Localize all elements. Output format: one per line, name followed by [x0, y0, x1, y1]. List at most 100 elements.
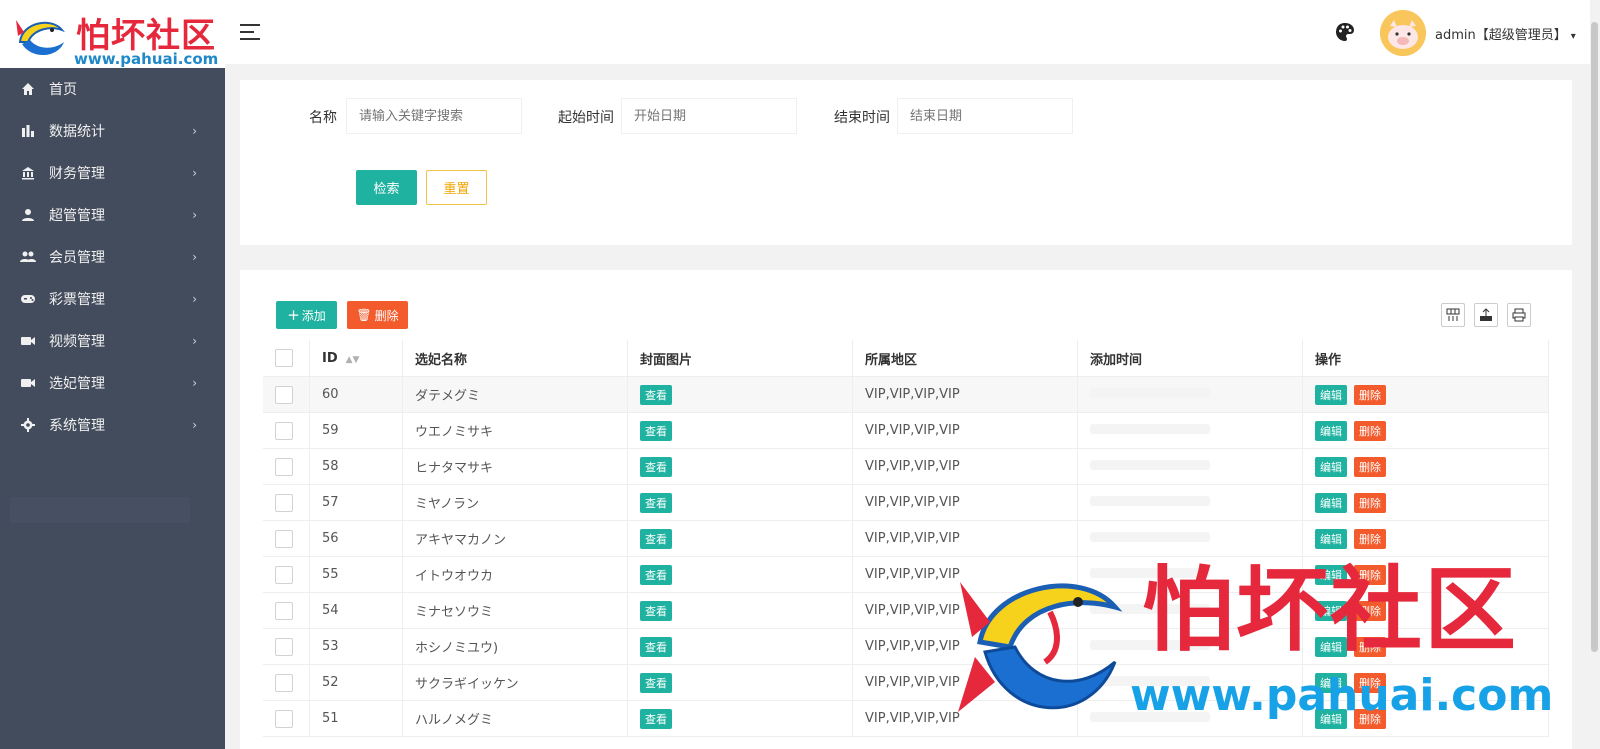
row-checkbox[interactable] [275, 709, 293, 728]
bulk-delete-button[interactable]: 🗑 删除 [347, 301, 408, 329]
row-cover-cell: 查看 [627, 448, 853, 485]
delete-button[interactable]: 删除 [1354, 636, 1386, 657]
table-row[interactable]: 56 アキヤマカノン 查看 VIP,VIP,VIP,VIP 编辑 删除 [263, 520, 1549, 557]
row-select-cell [263, 664, 310, 701]
delete-button[interactable]: 删除 [1354, 528, 1386, 549]
sidebar-item-label: 系统管理 [49, 418, 105, 434]
row-select-cell [263, 700, 310, 737]
row-actions: 编辑 删除 [1302, 700, 1549, 737]
delete-button[interactable]: 删除 [1354, 492, 1386, 513]
edit-button[interactable]: 编辑 [1315, 456, 1347, 477]
row-actions: 编辑 删除 [1302, 592, 1549, 629]
col-name: 选妃名称 [402, 340, 628, 377]
row-added-time [1077, 700, 1303, 737]
table-row[interactable]: 57 ミヤノラン 查看 VIP,VIP,VIP,VIP 编辑 删除 [263, 484, 1549, 521]
view-cover-button[interactable]: 查看 [640, 708, 672, 729]
table-row[interactable]: 53 ホシノミユウ) 查看 VIP,VIP,VIP,VIP 编辑 删除 [263, 628, 1549, 665]
row-checkbox[interactable] [275, 565, 293, 584]
sidebar-item-1[interactable]: 数据统计 › [0, 110, 225, 152]
palette-icon[interactable] [1335, 22, 1355, 42]
sidebar-item-2[interactable]: 财务管理 › [0, 152, 225, 194]
sidebar-item-3[interactable]: 超管管理 › [0, 194, 225, 236]
row-checkbox[interactable] [275, 457, 293, 476]
view-cover-button[interactable]: 查看 [640, 528, 672, 549]
table-row[interactable]: 60 ダテメグミ 查看 VIP,VIP,VIP,VIP 编辑 删除 [263, 376, 1549, 413]
row-select-cell [263, 556, 310, 593]
row-id: 53 [309, 628, 403, 665]
view-cover-button[interactable]: 查看 [640, 636, 672, 657]
sidebar-item-6[interactable]: 视频管理 › [0, 320, 225, 362]
table-row[interactable]: 52 サクラギイッケン 查看 VIP,VIP,VIP,VIP 编辑 删除 [263, 664, 1549, 701]
edit-button[interactable]: 编辑 [1315, 492, 1347, 513]
row-cover-cell: 查看 [627, 484, 853, 521]
edit-button[interactable]: 编辑 [1315, 672, 1347, 693]
view-cover-button[interactable]: 查看 [640, 492, 672, 513]
table-row[interactable]: 51 ハルノメグミ 查看 VIP,VIP,VIP,VIP 编辑 删除 [263, 700, 1549, 737]
sidebar-item-8[interactable]: 系统管理 › [0, 404, 225, 446]
end-date-input[interactable] [897, 98, 1073, 134]
delete-button[interactable]: 删除 [1354, 600, 1386, 621]
avatar[interactable] [1380, 10, 1426, 56]
row-checkbox[interactable] [275, 637, 293, 656]
print-icon[interactable] [1507, 303, 1531, 327]
edit-button[interactable]: 编辑 [1315, 636, 1347, 657]
edit-button[interactable]: 编辑 [1315, 528, 1347, 549]
sidebar-item-0[interactable]: 首页 [0, 68, 225, 110]
row-checkbox[interactable] [275, 421, 293, 440]
row-checkbox[interactable] [275, 529, 293, 548]
scrollbar-thumb[interactable] [1591, 22, 1598, 652]
col-region: 所属地区 [852, 340, 1078, 377]
logo[interactable]: 怕坏社区 www.pahuai.com [0, 0, 225, 78]
delete-button[interactable]: 删除 [1354, 384, 1386, 405]
row-added-time [1077, 412, 1303, 449]
sidebar-item-label: 财务管理 [49, 166, 105, 182]
sidebar-item-5[interactable]: 彩票管理 › [0, 278, 225, 320]
delete-button[interactable]: 删除 [1354, 420, 1386, 441]
table-row[interactable]: 59 ウエノミサキ 查看 VIP,VIP,VIP,VIP 编辑 删除 [263, 412, 1549, 449]
sidebar-item-4[interactable]: 会员管理 › [0, 236, 225, 278]
col-id[interactable]: ID ▲▼ [309, 340, 403, 377]
table-row[interactable]: 55 イトウオウカ 查看 VIP,VIP,VIP,VIP 编辑 删除 [263, 556, 1549, 593]
delete-button[interactable]: 删除 [1354, 672, 1386, 693]
start-date-input[interactable] [621, 98, 797, 134]
user-menu[interactable]: admin【超级管理员】 ▾ [1435, 24, 1576, 43]
view-cover-button[interactable]: 查看 [640, 600, 672, 621]
bulk-delete-label: 删除 [374, 308, 399, 323]
row-checkbox[interactable] [275, 601, 293, 620]
trash-icon: 🗑 [356, 308, 372, 322]
menu-toggle-icon[interactable] [240, 24, 260, 40]
edit-button[interactable]: 编辑 [1315, 708, 1347, 729]
view-cover-button[interactable]: 查看 [640, 456, 672, 477]
view-cover-button[interactable]: 查看 [640, 384, 672, 405]
col-added-time: 添加时间 [1077, 340, 1303, 377]
view-cover-button[interactable]: 查看 [640, 564, 672, 585]
page-scrollbar[interactable] [1590, 0, 1600, 749]
row-checkbox[interactable] [275, 493, 293, 512]
table-row[interactable]: 58 ヒナタマサキ 查看 VIP,VIP,VIP,VIP 编辑 删除 [263, 448, 1549, 485]
columns-filter-icon[interactable] [1441, 303, 1465, 327]
row-actions: 编辑 删除 [1302, 412, 1549, 449]
edit-button[interactable]: 编辑 [1315, 600, 1347, 621]
select-all-checkbox[interactable] [275, 349, 293, 367]
row-checkbox[interactable] [275, 385, 293, 404]
name-search-input[interactable] [346, 98, 522, 134]
edit-button[interactable]: 编辑 [1315, 420, 1347, 441]
delete-button[interactable]: 删除 [1354, 564, 1386, 585]
add-button[interactable]: + 添加 [276, 301, 337, 329]
row-cover-cell: 查看 [627, 592, 853, 629]
delete-button[interactable]: 删除 [1354, 708, 1386, 729]
sidebar-item-7[interactable]: 选妃管理 › [0, 362, 225, 404]
table-row[interactable]: 54 ミナセソウミ 查看 VIP,VIP,VIP,VIP 编辑 删除 [263, 592, 1549, 629]
row-checkbox[interactable] [275, 673, 293, 692]
export-icon[interactable] [1474, 303, 1498, 327]
view-cover-button[interactable]: 查看 [640, 420, 672, 441]
blurred-time [1090, 640, 1210, 650]
sort-icon[interactable]: ▲▼ [346, 355, 360, 365]
row-name: ミナセソウミ [402, 592, 628, 629]
view-cover-button[interactable]: 查看 [640, 672, 672, 693]
reset-button[interactable]: 重置 [426, 170, 487, 205]
edit-button[interactable]: 编辑 [1315, 564, 1347, 585]
delete-button[interactable]: 删除 [1354, 456, 1386, 477]
search-button[interactable]: 检索 [356, 170, 417, 205]
edit-button[interactable]: 编辑 [1315, 384, 1347, 405]
